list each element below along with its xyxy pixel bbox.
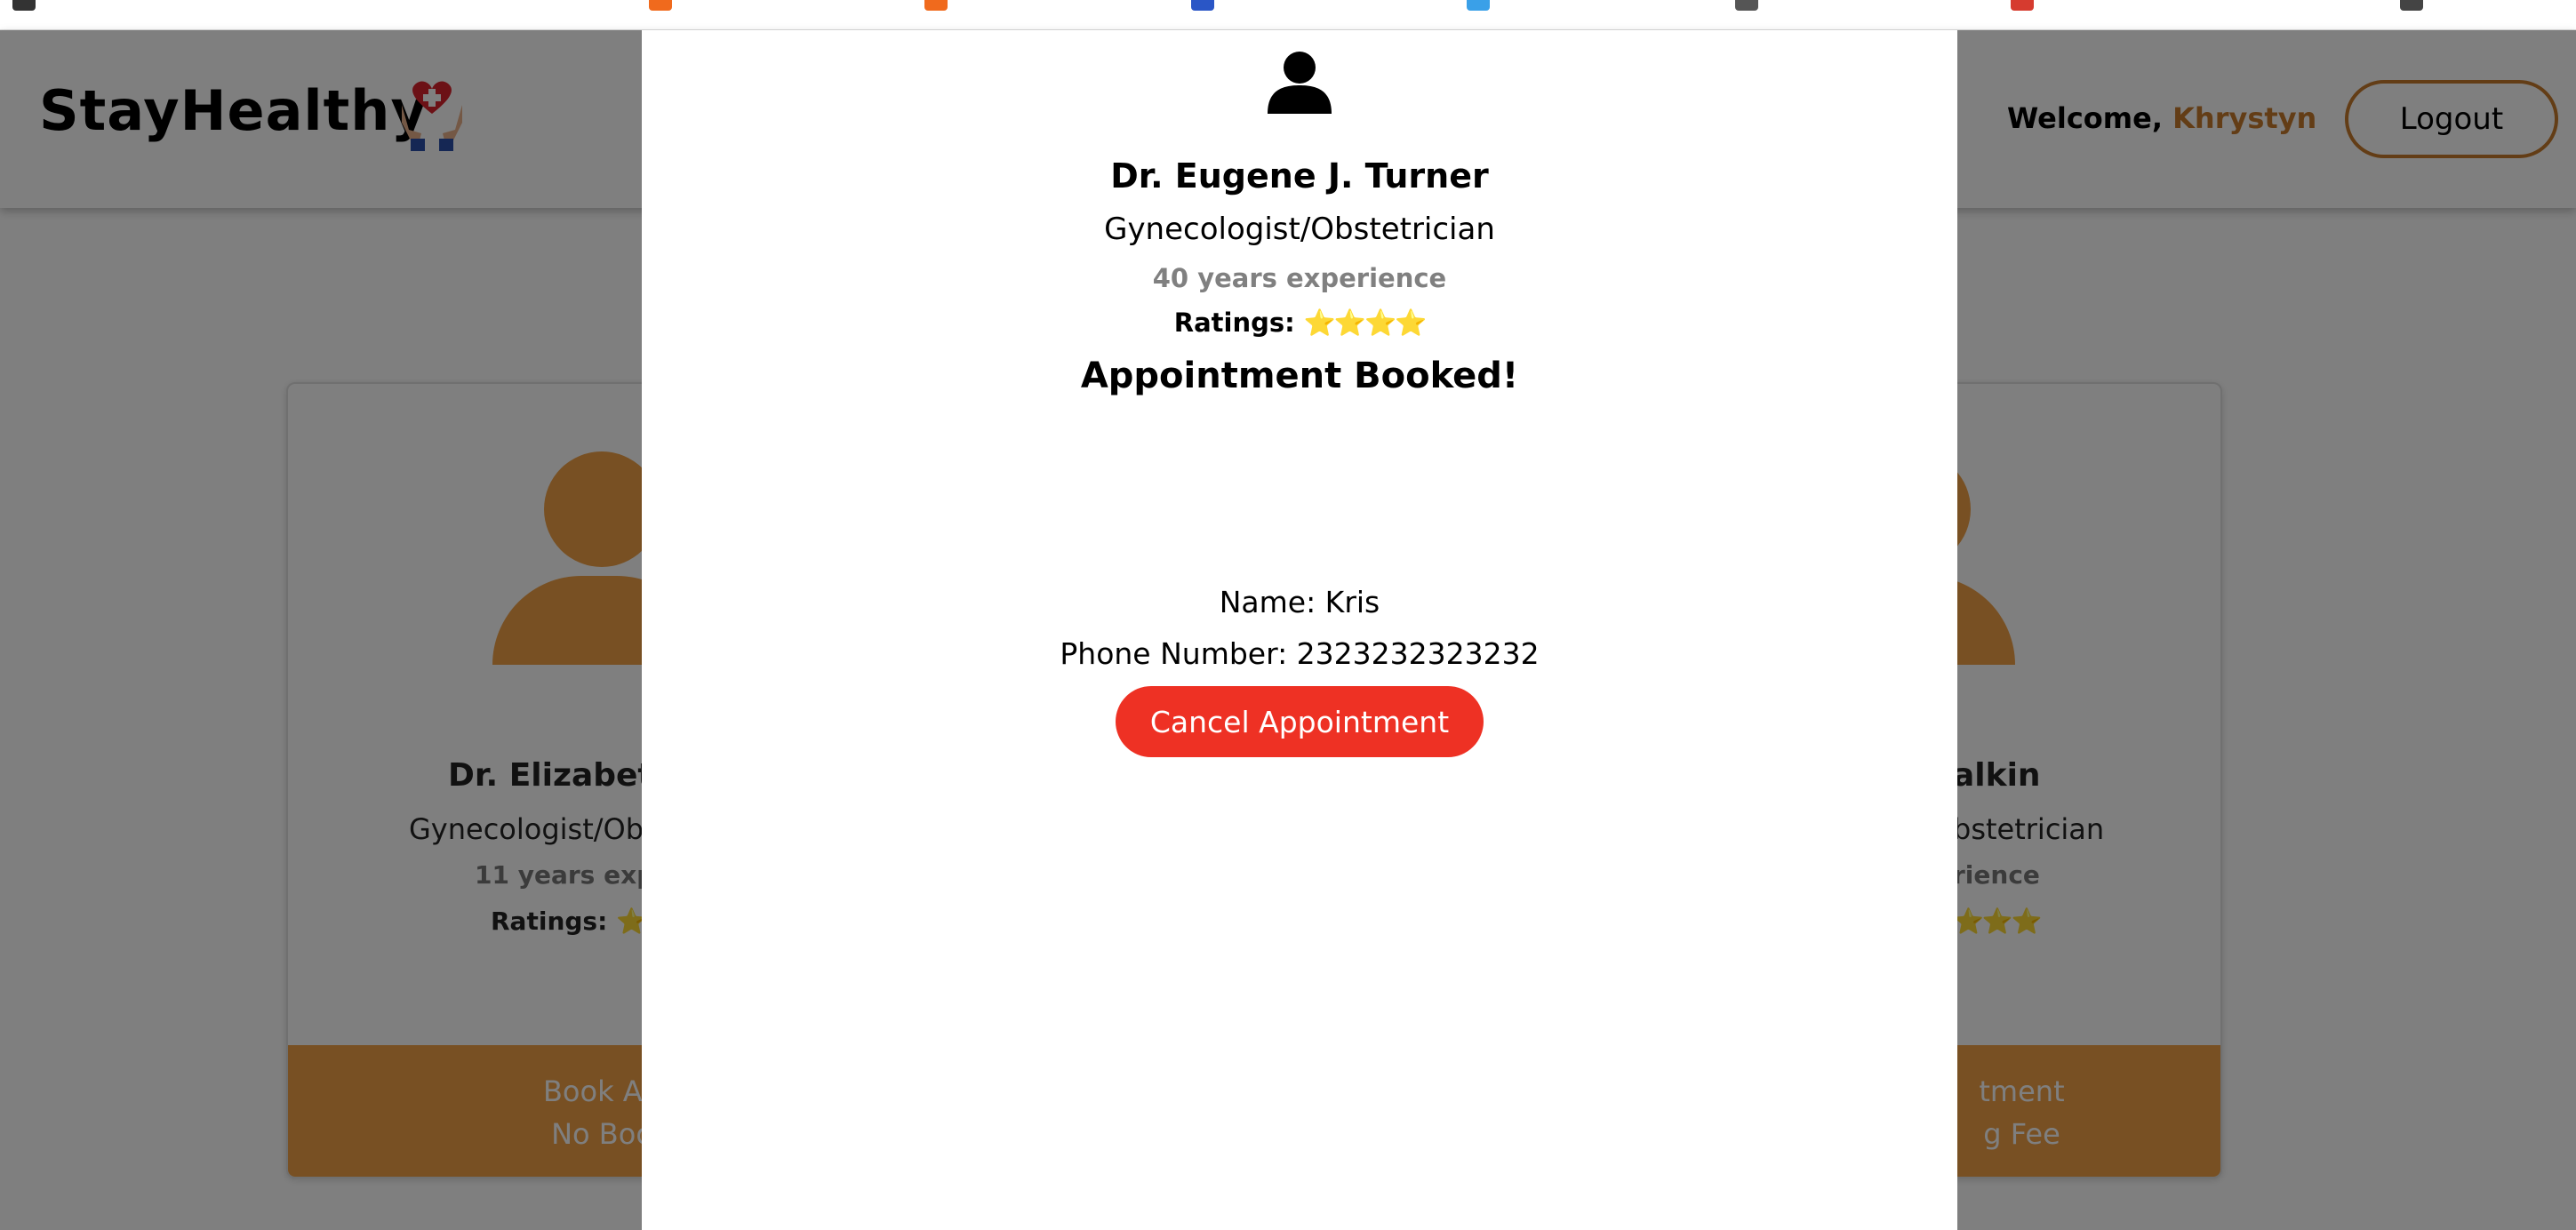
star-icons: ⭐⭐⭐⭐ <box>1303 308 1427 338</box>
doctor-specialty: Gynecologist/Obstetrician <box>1104 212 1495 247</box>
appointment-booked-title: Appointment Booked! <box>1080 355 1519 396</box>
bookmark-icon[interactable] <box>2011 0 2034 11</box>
patient-phone: Phone Number: 2323232323232 <box>1060 636 1540 671</box>
patient-name: Name: Kris <box>1219 585 1380 619</box>
bookmarks-bar <box>0 0 2576 30</box>
bookmark-icon[interactable] <box>1191 0 1214 11</box>
doctor-experience: 40 years experience <box>1152 263 1447 293</box>
doctor-name: Dr. Eugene J. Turner <box>1110 156 1489 196</box>
user-icon <box>1268 52 1332 114</box>
bookmark-icon[interactable] <box>12 0 36 11</box>
bookmark-icon[interactable] <box>2400 0 2423 11</box>
doctor-ratings: Ratings: ⭐⭐⭐⭐ <box>642 308 1957 339</box>
bookmark-icon[interactable] <box>1467 0 1490 11</box>
cancel-appointment-button[interactable]: Cancel Appointment <box>1116 686 1484 757</box>
bookmark-icon[interactable] <box>924 0 948 11</box>
ratings-label: Ratings: <box>1173 308 1295 338</box>
bookmark-icon[interactable] <box>1735 0 1758 11</box>
bookmark-icon[interactable] <box>649 0 672 11</box>
appointment-modal: Dr. Eugene J. Turner Gynecologist/Obstet… <box>642 30 1957 1230</box>
